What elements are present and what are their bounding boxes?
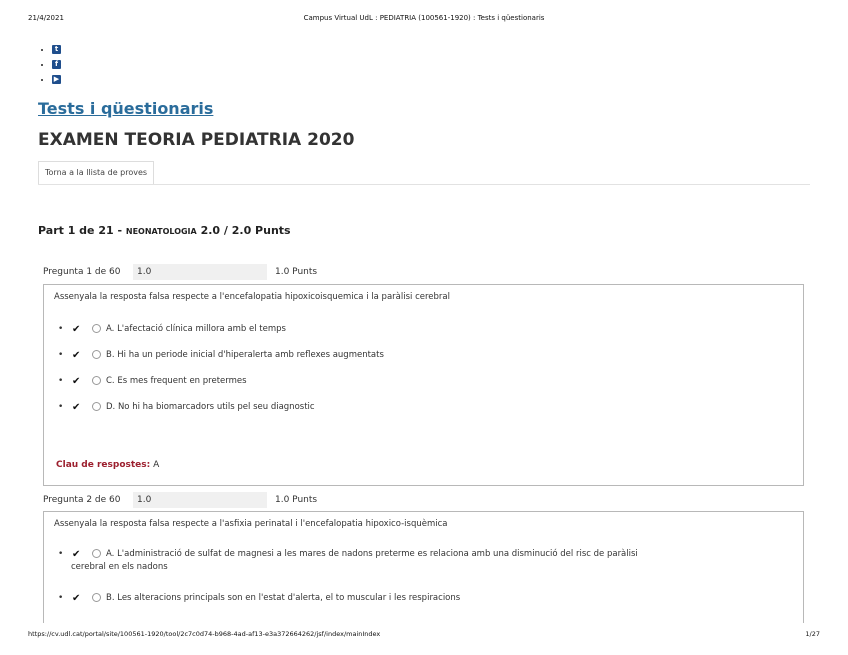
option-text: A. L'afectació clínica millora amb el te… — [106, 324, 286, 334]
option-text-continued: cerebral en els nadons — [71, 562, 168, 572]
option-text: D. No hi ha biomarcadors utils pel seu d… — [106, 402, 315, 412]
option-text: B. Les alteracions principals son en l'e… — [106, 593, 461, 603]
bullet: • — [58, 593, 64, 603]
radio-button[interactable] — [92, 376, 101, 385]
radio-button[interactable] — [92, 350, 101, 359]
answer-key-label: Clau de respostes: — [56, 460, 151, 470]
page-number: 1/27 — [805, 630, 820, 638]
question-score: 1.0 — [133, 264, 267, 280]
part-score: 2.0 / 2.0 Punts — [200, 224, 291, 237]
check-icon: ✔ — [72, 402, 81, 413]
question-points: 1.0 Punts — [275, 495, 318, 505]
question-label: Pregunta 1 de 60 — [43, 267, 121, 277]
part-section: NEONATOLOGIA — [125, 227, 197, 236]
question-text: Assenyala la resposta falsa respecte a l… — [54, 292, 450, 302]
check-icon: ✔ — [72, 376, 81, 387]
print-title: Campus Virtual UdL : PEDIATRIA (100561-1… — [303, 14, 545, 22]
radio-button[interactable] — [92, 593, 101, 602]
radio-button[interactable] — [92, 549, 101, 558]
youtube-icon[interactable]: ▶ — [52, 75, 61, 84]
check-icon: ✔ — [72, 324, 81, 335]
question-text: Assenyala la resposta falsa respecte a l… — [54, 519, 448, 529]
page-title: EXAMEN TEORIA PEDIATRIA 2020 — [38, 130, 355, 150]
bullet: • — [58, 376, 64, 386]
twitter-icon[interactable]: t — [52, 45, 61, 54]
facebook-icon[interactable]: f — [52, 60, 61, 69]
social-item-facebook[interactable]: f — [52, 57, 61, 72]
print-url: https://cv.udl.cat/portal/site/100561-19… — [28, 630, 381, 638]
question-box: Assenyala la resposta falsa respecte a l… — [43, 284, 804, 486]
bullet: • — [58, 402, 64, 412]
back-to-list-button[interactable]: Torna a la llista de proves — [38, 161, 155, 185]
question-header: Pregunta 1 de 60 1.0 1.0 Punts — [43, 264, 317, 280]
bullet: • — [58, 324, 64, 334]
bullet: • — [58, 350, 64, 360]
question-score: 1.0 — [133, 492, 267, 508]
social-item-twitter[interactable]: t — [52, 42, 61, 57]
question-header: Pregunta 2 de 60 1.0 1.0 Punts — [43, 492, 317, 508]
check-icon: ✔ — [72, 350, 81, 361]
bullet: • — [58, 549, 64, 559]
check-icon: ✔ — [72, 549, 81, 560]
question-points: 1.0 Punts — [275, 267, 318, 277]
question-label: Pregunta 2 de 60 — [43, 495, 121, 505]
answer-key: Clau de respostes: A — [56, 460, 159, 470]
social-item-youtube[interactable]: ▶ — [52, 72, 61, 87]
option-text: B. Hi ha un periode inicial d'hiperalert… — [106, 350, 384, 360]
radio-button[interactable] — [92, 324, 101, 333]
social-links: t f ▶ — [38, 42, 61, 87]
answer-key-value: A — [150, 460, 160, 470]
option-text: C. Es mes frequent en pretermes — [106, 376, 247, 386]
question-box: Assenyala la resposta falsa respecte a l… — [43, 511, 804, 623]
breadcrumb-link[interactable]: Tests i qüestionaris — [38, 99, 213, 118]
part-heading: Part 1 de 21 - NEONATOLOGIA 2.0 / 2.0 Pu… — [38, 224, 291, 237]
tab-divider — [38, 184, 810, 185]
radio-button[interactable] — [92, 402, 101, 411]
option-text: A. L'administració de sulfat de magnesi … — [106, 549, 638, 559]
check-icon: ✔ — [72, 593, 81, 604]
part-label: Part 1 de 21 - — [38, 224, 126, 237]
